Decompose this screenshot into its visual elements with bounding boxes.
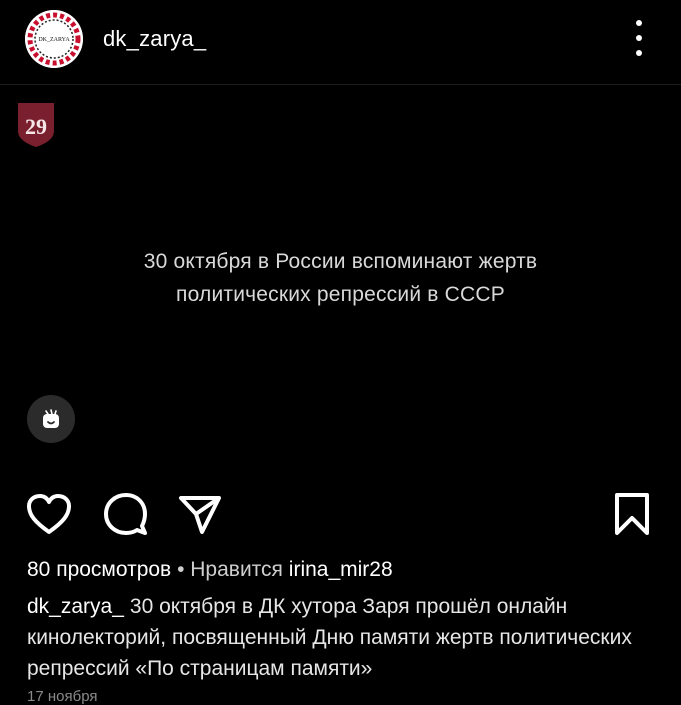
reels-button[interactable] — [27, 395, 75, 443]
media-text-line-2: политических репрессий в СССР — [176, 283, 505, 306]
age-rating-badge: 29 — [16, 101, 56, 149]
post-caption: dk_zarya_ 30 октября в ДК хутора Заря про… — [27, 591, 657, 684]
comment-button[interactable] — [102, 492, 148, 541]
post-header: DK_ZARYA dk_zarya_ — [0, 0, 681, 85]
comment-icon — [104, 493, 147, 535]
badge-number: 29 — [25, 114, 47, 139]
bookmark-icon — [615, 493, 649, 535]
heart-icon — [27, 494, 71, 534]
action-bar — [0, 480, 681, 550]
save-button[interactable] — [612, 492, 652, 541]
stats-separator: • — [177, 558, 185, 581]
reels-icon — [43, 409, 59, 428]
liked-by-user[interactable]: irina_mir28 — [289, 558, 393, 581]
caption-author[interactable]: dk_zarya_ — [27, 595, 124, 618]
post-date: 17 ноября — [27, 688, 98, 705]
views-count[interactable]: 80 просмотров — [27, 558, 171, 581]
avatar-logo-icon: DK_ZARYA — [25, 10, 83, 68]
like-button[interactable] — [25, 492, 73, 541]
avatar[interactable]: DK_ZARYA — [25, 10, 83, 68]
post-media[interactable]: 29 30 октября в России вспоминают жертв … — [0, 85, 681, 480]
media-text-line-1: 30 октября в России вспоминают жертв — [143, 250, 538, 273]
share-button[interactable] — [178, 492, 222, 541]
liked-by-prefix: Нравится — [190, 558, 283, 581]
more-options-icon[interactable] — [628, 20, 650, 56]
post-stats: 80 просмотров • Нравится irina_mir28 — [27, 558, 393, 582]
send-icon — [179, 496, 221, 534]
username[interactable]: dk_zarya_ — [103, 26, 206, 52]
svg-text:DK_ZARYA: DK_ZARYA — [38, 37, 70, 43]
